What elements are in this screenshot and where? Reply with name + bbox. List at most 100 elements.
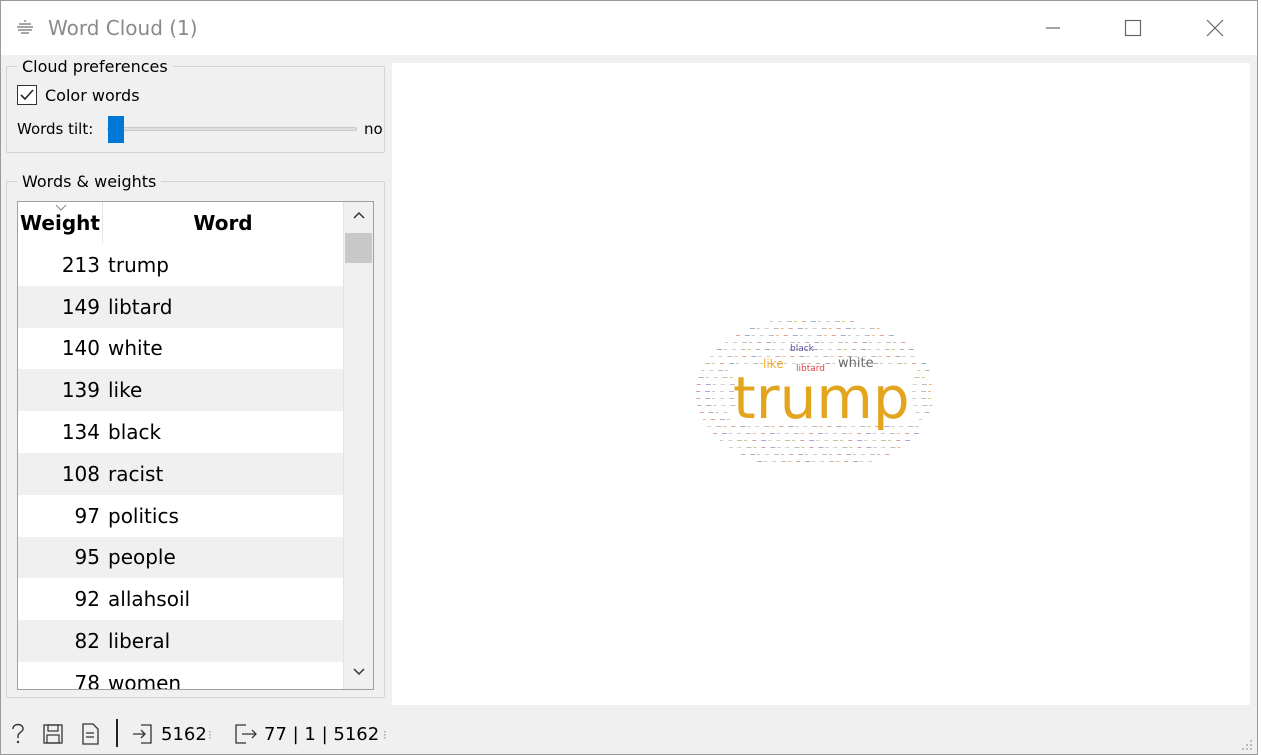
tiny-word: [780, 328, 784, 329]
tiny-word: [868, 461, 873, 462]
tiny-word: [896, 440, 901, 441]
tiny-word: [788, 328, 793, 329]
tiny-word: [729, 433, 732, 434]
table-row[interactable]: 97 politics: [18, 495, 343, 537]
tiny-word: [853, 342, 858, 343]
tiny-word: [915, 426, 919, 427]
words-weights-title: Words & weights: [17, 172, 162, 191]
table-row[interactable]: 149 libtard: [18, 285, 343, 328]
tiny-word: [770, 433, 775, 434]
table-row[interactable]: 140 white: [18, 328, 343, 370]
maximize-icon: [1124, 19, 1142, 37]
tiny-word: [872, 440, 877, 441]
word-column-header[interactable]: Word: [103, 202, 343, 244]
tiny-word: [821, 342, 825, 343]
scroll-thumb[interactable]: [345, 233, 372, 263]
tiny-word: [712, 363, 716, 364]
tiny-word: [790, 356, 795, 357]
table-row[interactable]: 108 racist: [18, 452, 343, 495]
table-row[interactable]: 134 black: [18, 411, 343, 453]
tiny-word: [729, 447, 733, 448]
tiny-word: [809, 440, 815, 441]
tiny-word: [893, 342, 897, 343]
close-button[interactable]: [1185, 1, 1245, 55]
word-cell: people: [108, 545, 176, 570]
help-icon[interactable]: [10, 723, 26, 745]
table-row[interactable]: 92 allahsoil: [18, 578, 343, 620]
maximize-button[interactable]: [1103, 1, 1163, 55]
table-scrollbar[interactable]: [343, 202, 373, 689]
save-icon[interactable]: [42, 723, 64, 745]
tiny-word: [781, 461, 787, 462]
table-row[interactable]: 95 people: [18, 536, 343, 579]
output-summary-more: ⁝: [383, 728, 387, 742]
tiny-word: [707, 426, 712, 427]
tiny-word: [744, 440, 748, 441]
resize-grip-icon[interactable]: [1239, 737, 1253, 751]
tiny-word: [929, 405, 933, 406]
weight-column-header[interactable]: Weight: [18, 202, 103, 244]
close-icon: [1206, 19, 1224, 37]
tiny-word: [744, 335, 750, 336]
tiny-word: [735, 335, 740, 336]
table-row[interactable]: 213 trump: [18, 244, 343, 286]
scroll-down-icon[interactable]: [352, 665, 366, 679]
tiny-word: [785, 433, 789, 434]
tiny-word: [705, 384, 711, 385]
tiny-word: [790, 342, 796, 343]
tiny-word: [849, 321, 854, 322]
tiny-word: [881, 447, 886, 448]
status-separator: [116, 719, 118, 747]
tiny-word: [764, 328, 769, 329]
tiny-word: [720, 384, 725, 385]
report-icon[interactable]: [80, 723, 100, 745]
tiny-word: [705, 363, 711, 364]
checkmark-icon: [20, 89, 34, 101]
cloud-preferences-title: Cloud preferences: [17, 57, 173, 76]
tiny-word: [788, 461, 792, 462]
cloud-word-libtard: libtard: [796, 364, 825, 374]
tiny-word: [914, 433, 919, 434]
tiny-word: [814, 356, 819, 357]
minimize-button[interactable]: [1023, 1, 1083, 55]
weight-header-label: Weight: [20, 211, 100, 235]
tiny-word: [800, 440, 805, 441]
tiny-word: [699, 412, 704, 413]
color-words-checkbox[interactable]: [17, 85, 37, 105]
words-tilt-slider-handle[interactable]: [108, 116, 124, 143]
tiny-word: [751, 356, 757, 357]
tiny-word: [734, 356, 738, 357]
table-row[interactable]: 78 women: [18, 662, 343, 689]
tiny-word: [823, 335, 827, 336]
tiny-word: [807, 335, 812, 336]
table-row[interactable]: 139 like: [18, 369, 343, 412]
tiny-word: [755, 349, 760, 350]
tiny-word: [857, 447, 862, 448]
tiny-word: [769, 321, 773, 322]
words-tilt-slider-track[interactable]: [107, 127, 357, 131]
tiny-word: [895, 356, 901, 357]
title-bar: Word Cloud (1): [1, 1, 1257, 55]
tiny-word: [833, 433, 837, 434]
table-row[interactable]: 82 liberal: [18, 620, 343, 662]
tiny-word: [761, 433, 765, 434]
tiny-word: [822, 454, 828, 455]
tiny-word: [823, 356, 829, 357]
tiny-word: [713, 433, 717, 434]
tiny-word: [752, 440, 757, 441]
tiny-word: [833, 440, 839, 441]
tiny-word: [857, 433, 861, 434]
tiny-word: [715, 412, 719, 413]
tiny-word: [897, 447, 901, 448]
tiny-word: [720, 398, 725, 399]
tiny-word: [712, 384, 716, 385]
tiny-word: [768, 335, 774, 336]
tiny-word: [720, 440, 724, 441]
tiny-word: [749, 342, 753, 343]
color-words-option[interactable]: Color words: [17, 85, 140, 105]
tiny-word: [718, 370, 724, 371]
tiny-word: [831, 335, 836, 336]
tiny-word: [761, 447, 766, 448]
scroll-up-icon[interactable]: [352, 208, 366, 222]
tiny-word: [853, 461, 859, 462]
